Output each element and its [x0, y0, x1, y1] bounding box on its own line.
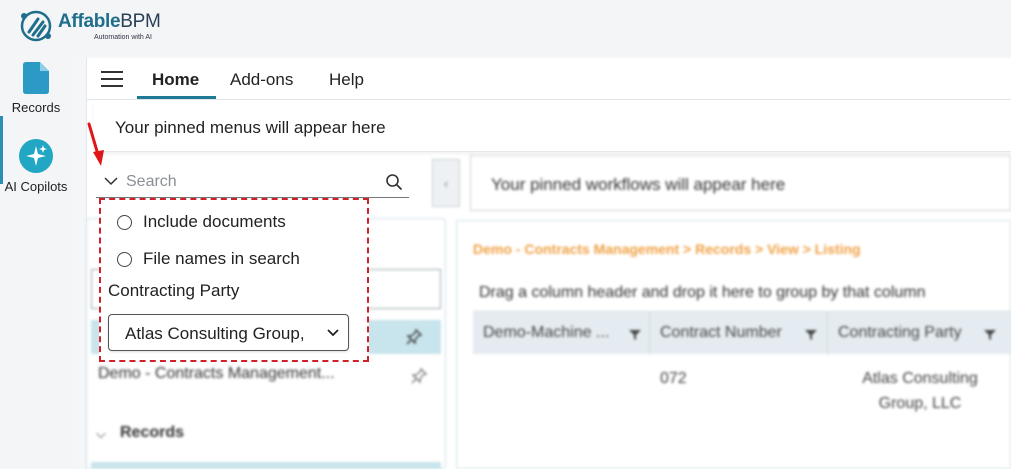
sparkle-icon: [19, 139, 53, 173]
tab-home[interactable]: Home: [152, 70, 199, 90]
pinned-menus-bar: Your pinned menus will appear here: [94, 100, 1011, 152]
document-icon: [23, 62, 49, 94]
tab-add-ons[interactable]: Add-ons: [230, 70, 293, 90]
breadcrumb[interactable]: Demo - Contracts Management > Records > …: [473, 241, 861, 257]
radio-button[interactable]: [117, 214, 132, 230]
logo-icon: [20, 10, 52, 42]
tab-help[interactable]: Help: [329, 70, 364, 90]
contracting-party-label: Contracting Party: [108, 281, 240, 300]
group-by-hint[interactable]: Drag a column header and drop it here to…: [477, 278, 1011, 308]
column-header-demo-machine[interactable]: Demo-Machine ...: [473, 312, 650, 355]
pinned-workflows-text: Your pinned workflows will appear here: [491, 175, 786, 194]
table-row[interactable]: 072 Atlas Consulting Group, LLC: [473, 354, 1011, 416]
chevron-down-icon: [327, 329, 339, 337]
cell-line: Group, LLC: [878, 395, 962, 412]
top-nav: Home Add-ons Help: [87, 58, 1011, 100]
brand-name: Affable: [58, 10, 121, 32]
rail-item-label: AI Copilots: [4, 179, 68, 194]
radio-button[interactable]: [117, 251, 132, 267]
option-label: File names in search: [143, 249, 300, 268]
logo[interactable]: AffableBPM Automation with AI: [18, 8, 161, 44]
nav-row[interactable]: [91, 462, 441, 469]
header-bar: AffableBPM Automation with AI: [0, 0, 1011, 56]
filter-icon[interactable]: [805, 329, 817, 341]
column-header-contract-number[interactable]: Contract Number: [650, 312, 828, 355]
brand-name-suffix: BPM: [120, 10, 161, 32]
option-label: Include documents: [143, 212, 286, 231]
cell-line: Atlas Consulting: [862, 370, 978, 387]
grid-header: Demo-Machine ... Contract Number Contrac…: [473, 311, 1011, 355]
content-panel: ‹ Your pinned workflows will appear here…: [420, 155, 1011, 469]
pinned-menus-text: Your pinned menus will appear here: [115, 118, 386, 137]
contracting-party-select[interactable]: Atlas Consulting Group,: [108, 314, 349, 351]
nav-item-contracts[interactable]: Demo - Contracts Management...: [98, 365, 335, 383]
cell-contract-number: 072: [660, 370, 687, 387]
left-rail: Records AI Copilots: [0, 56, 72, 469]
hamburger-icon[interactable]: [101, 71, 123, 87]
active-tab-indicator: [137, 96, 216, 99]
search-options-dropdown: Include documents File names in search C…: [99, 198, 369, 362]
option-file-names[interactable]: File names in search: [117, 249, 300, 269]
option-include-documents[interactable]: Include documents: [117, 212, 286, 232]
rail-item-label: Records: [11, 100, 61, 115]
records-grid: Demo - Contracts Management > Records > …: [456, 220, 1011, 469]
search-icon[interactable]: [385, 173, 403, 191]
chevron-left-icon[interactable]: ‹: [432, 159, 460, 207]
search-box: [96, 166, 409, 198]
cell-contracting-party: Atlas Consulting Group, LLC: [828, 366, 1011, 416]
search-input[interactable]: [126, 170, 366, 194]
filter-icon[interactable]: [629, 329, 641, 341]
rail-item-ai-copilots[interactable]: AI Copilots: [0, 139, 72, 194]
column-header-label: Contract Number: [660, 324, 782, 341]
section-records[interactable]: Records: [120, 424, 184, 442]
chevron-down-icon[interactable]: ⌵: [96, 426, 106, 442]
rail-item-records[interactable]: Records: [0, 62, 72, 115]
filter-icon[interactable]: [984, 329, 996, 341]
contracting-party-value: Atlas Consulting Group,: [125, 324, 305, 343]
brand-tagline: Automation with AI: [94, 33, 152, 41]
column-header-label: Contracting Party: [838, 324, 962, 341]
column-header-label: Demo-Machine ...: [483, 324, 610, 341]
annotation-arrow-icon: [87, 122, 104, 166]
pinned-workflows-bar: Your pinned workflows will appear here: [470, 155, 1011, 211]
